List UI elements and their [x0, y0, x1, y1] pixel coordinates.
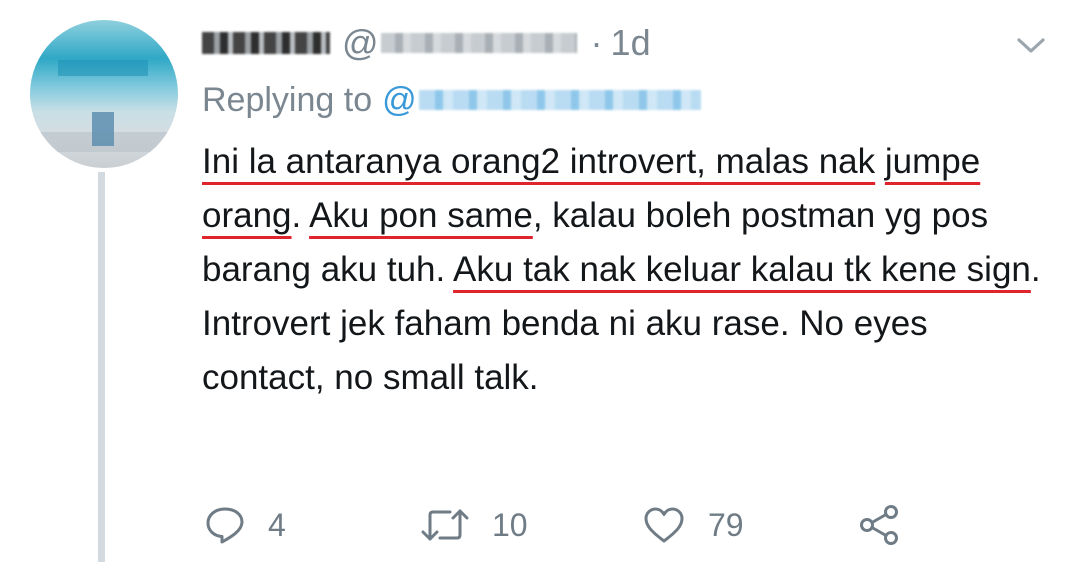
share-icon: [860, 505, 898, 545]
avatar[interactable]: [30, 20, 178, 168]
retweet-icon: [421, 509, 469, 541]
like-count: 79: [708, 506, 744, 543]
display-name-redacted[interactable]: [202, 32, 330, 54]
tweet-timestamp[interactable]: 1d: [611, 22, 651, 64]
heart-icon: [644, 507, 684, 543]
avatar-image-detail: [92, 112, 114, 146]
reply-count: 4: [268, 506, 286, 543]
tweet-text: Ini la antaranya orang2 introvert, malas…: [202, 135, 1042, 405]
replying-to-at[interactable]: @: [382, 81, 417, 120]
tweet-text-segment: Aku pon same: [309, 196, 533, 235]
share-button[interactable]: [858, 500, 902, 550]
reply-icon: [206, 507, 244, 544]
replying-to-label: Replying to: [202, 80, 373, 119]
tweet-text-segment: .: [291, 196, 310, 235]
tweet-menu-button[interactable]: [1016, 36, 1046, 56]
retweet-count: 10: [492, 506, 528, 543]
avatar-image-detail: [58, 60, 148, 76]
tweet-text-segment: Aku tak nak keluar kalau tk kene sign: [453, 250, 1031, 289]
tweet: @ · 1d Replying to @ Ini la antaranya or…: [0, 0, 1080, 562]
handle-redacted[interactable]: [380, 33, 577, 53]
handle-at: @: [342, 22, 379, 63]
tweet-actions: 4 10 79: [0, 500, 1080, 550]
chevron-down-icon: [1017, 38, 1045, 53]
tweet-text-segment: [875, 142, 885, 181]
reply-button[interactable]: 4: [204, 500, 286, 550]
header-separator: ·: [590, 22, 603, 63]
replying-to: Replying to @: [202, 76, 701, 124]
retweet-button[interactable]: 10: [420, 500, 528, 550]
replying-to-handle-redacted[interactable]: [418, 90, 701, 110]
like-button[interactable]: 79: [642, 500, 744, 550]
tweet-header: @ · 1d: [202, 18, 651, 68]
tweet-text-segment: Ini la antaranya orang2 introvert, malas…: [202, 142, 876, 181]
